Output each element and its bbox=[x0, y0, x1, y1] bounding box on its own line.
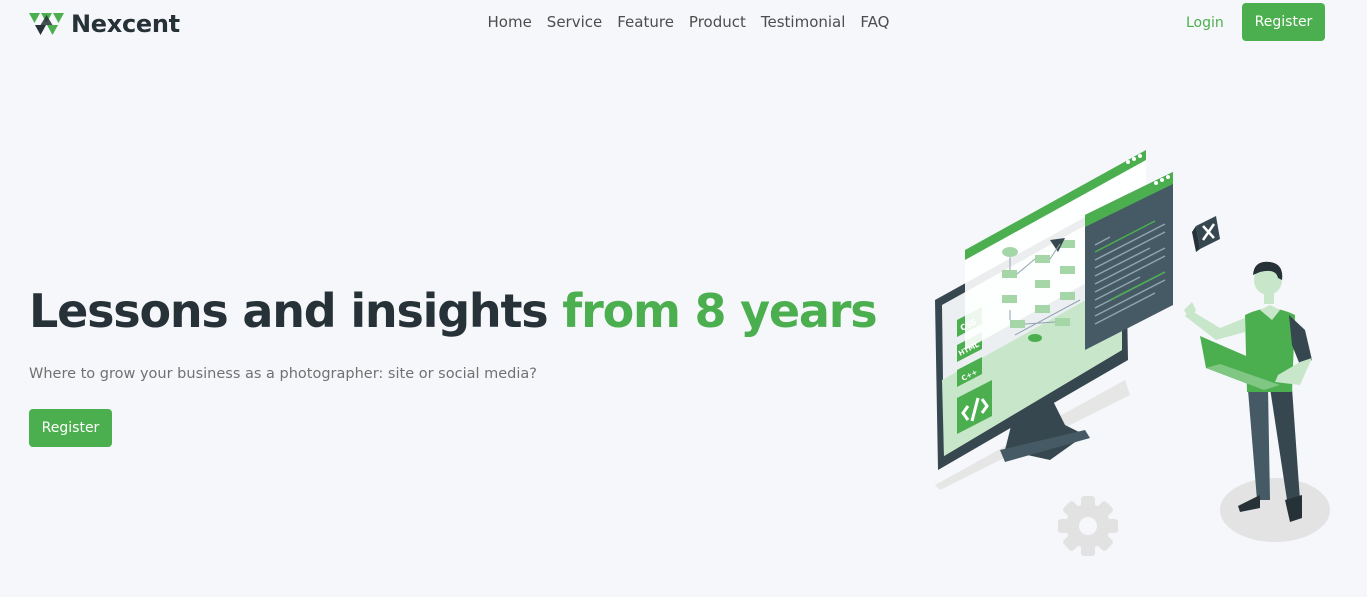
gear-icon bbox=[1058, 496, 1118, 556]
nav-testimonial[interactable]: Testimonial bbox=[761, 12, 846, 32]
hero-register-button[interactable]: Register bbox=[29, 409, 112, 447]
brand-name: Nexcent bbox=[71, 10, 180, 38]
nav-product[interactable]: Product bbox=[689, 12, 746, 32]
brand-logo[interactable]: Nexcent bbox=[29, 10, 180, 38]
hero-title-main: Lessons and insights bbox=[29, 284, 563, 338]
site-header: Nexcent Home Service Feature Product Tes… bbox=[0, 0, 1367, 45]
close-icon bbox=[1192, 216, 1220, 252]
nav-home[interactable]: Home bbox=[488, 12, 532, 32]
hero-illustration: CSS HTML C++ bbox=[935, 150, 1330, 556]
nav-faq[interactable]: FAQ bbox=[860, 12, 889, 32]
header-register-button[interactable]: Register bbox=[1242, 3, 1325, 41]
nav-service[interactable]: Service bbox=[547, 12, 602, 32]
nexcent-logo-icon bbox=[29, 13, 64, 35]
login-link[interactable]: Login bbox=[1186, 13, 1224, 33]
hero-title: Lessons and insights from 8 years bbox=[29, 283, 878, 339]
hero-title-accent: from 8 years bbox=[562, 284, 877, 338]
hero-subtitle: Where to grow your business as a photogr… bbox=[29, 366, 537, 382]
nav-feature[interactable]: Feature bbox=[617, 12, 674, 32]
main-nav: Home Service Feature Product Testimonial… bbox=[480, 12, 897, 32]
